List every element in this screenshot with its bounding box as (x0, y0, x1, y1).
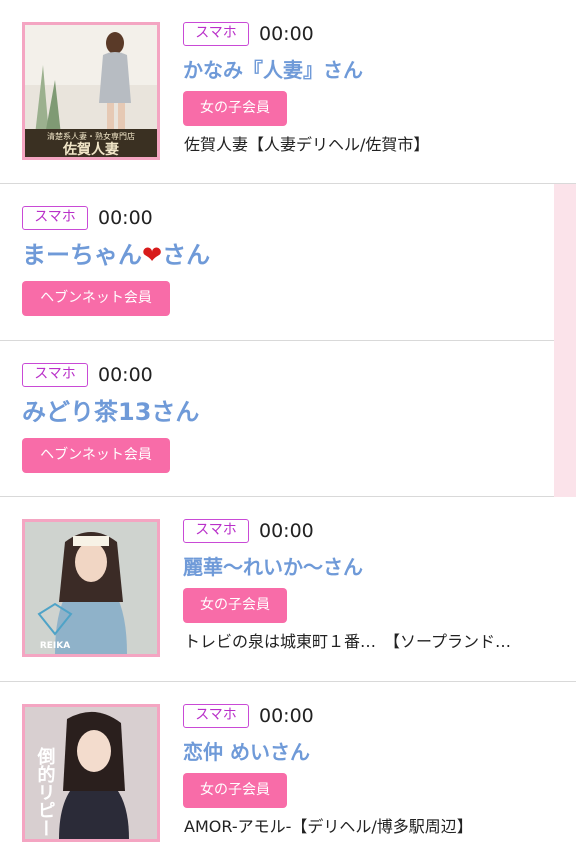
girl-name-link[interactable]: 恋仲 めいさん (183, 739, 310, 765)
photo-image: 清楚系人妻・熟女専門店 佐賀人妻 (25, 25, 157, 157)
list-item[interactable]: スマホ 00:00 みどり茶13さん ヘブンネット会員 (0, 341, 576, 497)
thumb-logo: 佐賀人妻 (62, 141, 119, 157)
list-item[interactable]: 清楚系人妻・熟女専門店 佐賀人妻 スマホ 00:00 かなみ『人妻』さん 女の子… (0, 0, 576, 184)
heart-icon: ❤ (142, 241, 163, 269)
member-name-text: まーちゃん (22, 241, 142, 269)
thumb-caption: 清楚系人妻・熟女専門店 (47, 131, 135, 141)
device-tag: スマホ (22, 206, 88, 230)
access-time: 00:00 (98, 207, 153, 229)
girl-thumbnail[interactable]: REIKA (22, 519, 160, 657)
access-time: 00:00 (259, 23, 314, 45)
girl-thumbnail[interactable]: 清楚系人妻・熟女専門店 佐賀人妻 (22, 22, 160, 160)
access-time: 00:00 (259, 705, 314, 727)
member-name[interactable]: みどり茶13さん (22, 397, 199, 427)
device-tag: スマホ (183, 704, 249, 728)
shop-name-link[interactable]: トレビの泉は城東町１番… 【ソープランド… (184, 631, 511, 653)
member-badge: 女の子会員 (183, 588, 287, 623)
side-edge-strip (554, 184, 576, 497)
thumb-caption: 倒的リピー (35, 747, 57, 837)
list-item[interactable]: 倒的リピー スマホ 00:00 恋仲 めいさん 女の子会員 AMOR-アモル-【… (0, 682, 576, 866)
member-badge: ヘブンネット会員 (22, 438, 170, 473)
member-badge: 女の子会員 (183, 91, 287, 126)
thumb-caption: REIKA (40, 641, 70, 651)
member-badge: ヘブンネット会員 (22, 281, 170, 316)
member-name-suffix: さん (162, 241, 211, 269)
photo-image: 倒的リピー (25, 707, 157, 839)
girl-name-link[interactable]: 麗華〜れいか〜さん (183, 554, 363, 580)
shop-name-link[interactable]: AMOR-アモル-【デリヘル/博多駅周辺】 (184, 816, 473, 838)
photo-image: REIKA (25, 522, 157, 654)
list-item[interactable]: スマホ 00:00 まーちゃん❤さん ヘブンネット会員 (0, 184, 576, 341)
device-tag: スマホ (22, 363, 88, 387)
device-tag: スマホ (183, 22, 249, 46)
member-badge: 女の子会員 (183, 773, 287, 808)
device-tag: スマホ (183, 519, 249, 543)
girl-name-link[interactable]: かなみ『人妻』さん (183, 57, 363, 83)
member-name[interactable]: まーちゃん❤さん (22, 240, 210, 270)
girl-thumbnail[interactable]: 倒的リピー (22, 704, 160, 842)
access-time: 00:00 (259, 520, 314, 542)
access-time: 00:00 (98, 364, 153, 386)
list-item[interactable]: REIKA スマホ 00:00 麗華〜れいか〜さん 女の子会員 トレビの泉は城東… (0, 497, 576, 682)
shop-name-link[interactable]: 佐賀人妻【人妻デリヘル/佐賀市】 (184, 134, 429, 156)
